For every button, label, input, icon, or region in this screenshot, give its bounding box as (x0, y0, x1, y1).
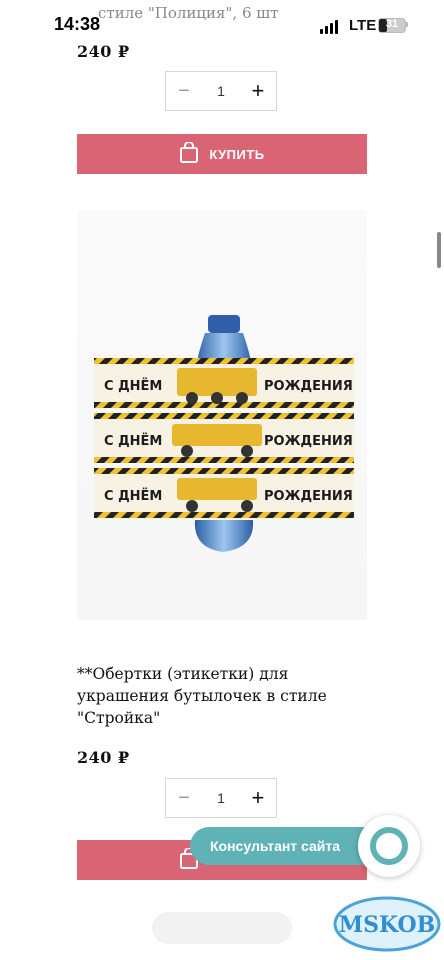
buy-button[interactable]: КУПИТЬ (77, 134, 367, 174)
battery-icon: 31 (378, 18, 406, 33)
band-text-right-1: РОЖДЕНИЯ (264, 379, 353, 394)
buy-button-label: КУПИТЬ (209, 146, 265, 162)
home-indicator[interactable] (152, 912, 292, 944)
battery-percent: 31 (385, 18, 399, 30)
status-bar: 14:38 LTE 31 (0, 0, 444, 46)
quantity-value: 1 (217, 83, 225, 99)
scrollbar-thumb[interactable] (437, 232, 441, 268)
watermark-text: MSKOB (339, 912, 436, 938)
clock: 14:38 (54, 14, 101, 34)
minus-icon[interactable]: − (166, 787, 202, 810)
bottle-wrapper-illustration: С ДНЁМ РОЖДЕНИЯ С ДНЁМ РОЖДЕНИЯ С ДНЁМ Р… (94, 315, 354, 552)
battery-cap (406, 22, 408, 27)
signal-icon (320, 20, 338, 34)
quantity-stepper[interactable]: − 1 + (165, 71, 277, 111)
product-title[interactable]: **Обертки (этикетки) для украшения бутыл… (77, 663, 377, 729)
product-price: 240 ₽ (77, 748, 130, 767)
consultant-label: Консультант сайта (210, 838, 341, 854)
band-text-left-3: С ДНЁМ (104, 488, 162, 504)
watermark-logo: MSKOB (332, 888, 442, 954)
band-text-right-3: РОЖДЕНИЯ (264, 489, 353, 504)
quantity-value: 1 (217, 790, 225, 806)
shopping-bag-icon (179, 140, 199, 167)
quantity-stepper[interactable]: − 1 + (165, 778, 277, 818)
band-text-left-2: С ДНЁМ (104, 433, 162, 449)
plus-icon[interactable]: + (240, 785, 276, 811)
plus-icon[interactable]: + (240, 78, 276, 104)
network-type: LTE (349, 17, 377, 34)
minus-icon[interactable]: − (166, 80, 202, 103)
band-text-left-1: С ДНЁМ (104, 378, 162, 394)
chat-ring-icon[interactable] (358, 815, 420, 877)
product-image[interactable]: С ДНЁМ РОЖДЕНИЯ С ДНЁМ РОЖДЕНИЯ С ДНЁМ Р… (77, 210, 367, 620)
band-text-right-2: РОЖДЕНИЯ (264, 434, 353, 449)
